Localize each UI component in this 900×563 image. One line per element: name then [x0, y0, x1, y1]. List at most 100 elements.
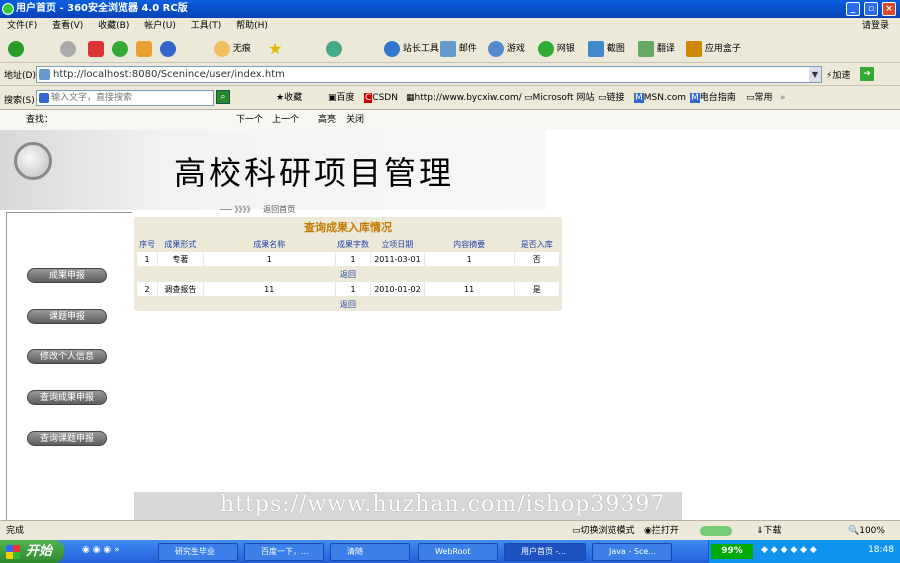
forward-button[interactable] [60, 40, 76, 58]
screenshot-button[interactable]: 截图 [588, 40, 625, 58]
back-button[interactable] [8, 40, 24, 58]
refresh-icon [112, 40, 128, 57]
fav-baidu[interactable]: ▣百度 [328, 92, 355, 104]
col-form: 成果形式 [164, 239, 197, 249]
fav-collect[interactable]: ★收藏 [276, 92, 302, 104]
page-title: 高校科研项目管理 [174, 154, 455, 192]
accelerate-label: 加速 [832, 71, 851, 81]
search-label: 搜索(S) [4, 96, 35, 106]
menu-view[interactable]: 查看(V) [52, 21, 83, 31]
quick-launch-icons[interactable]: ◉ ◉ ◉ » [82, 545, 120, 555]
task-user-home[interactable]: 用户首页 -... [504, 543, 586, 561]
find-prev-button[interactable]: 上一个 [272, 110, 299, 130]
back-home-link[interactable]: 返回首页 [263, 205, 295, 214]
watermark-text: https://www.huzhan.com/ishop39397 [220, 492, 666, 517]
reopen-button[interactable]: ◉拦打开 [644, 521, 679, 541]
find-highlight-button[interactable]: 高亮 [318, 110, 336, 130]
search-input[interactable]: 输入文字，直接搜索 [36, 90, 214, 106]
task-qingsui[interactable]: 清随 [330, 543, 410, 561]
fav-more-icon[interactable]: » [780, 92, 786, 104]
menu-tools[interactable]: 工具(T) [191, 21, 222, 31]
page-favicon-icon [39, 69, 50, 80]
col-summary: 内容摘要 [453, 239, 486, 249]
translate-icon [638, 40, 654, 57]
find-next-button[interactable]: 下一个 [236, 110, 263, 130]
task-thesis[interactable]: 研究生毕业 [158, 543, 238, 561]
incognito-button[interactable]: 无痕 [214, 40, 251, 58]
cell-date: 2011-03-01 [371, 252, 424, 266]
fav-links[interactable]: ▭链接 [598, 92, 625, 104]
cell-date: 2010-01-02 [371, 282, 424, 296]
find-close-button[interactable]: 关闭 [346, 110, 364, 130]
window-title: 用户首页 - 360安全浏览器 4.0 RC版 [16, 3, 188, 14]
station-tools-button[interactable]: 站长工具 [384, 40, 439, 58]
switch-mode-button[interactable]: ▭切换浏览模式 [572, 521, 635, 541]
mail-button[interactable]: 邮件 [440, 40, 477, 58]
col-index: 序号 [139, 239, 156, 249]
url-input[interactable]: http://localhost:8080/Scenince/user/inde… [36, 66, 822, 83]
sync-button[interactable] [326, 40, 342, 58]
sidebar-topic-apply[interactable]: 课题申报 [27, 309, 107, 324]
fav-csdn[interactable]: CCSDN [364, 92, 398, 104]
favorite-star-icon[interactable]: ★ [268, 40, 282, 58]
fav-bycxiw[interactable]: ▦http://www.bycxiw.com/ [406, 92, 522, 104]
close-button[interactable]: × [882, 2, 896, 16]
col-name: 成果名称 [253, 239, 286, 249]
table-row: 1 专著 1 1 2011-03-01 1 否 [137, 252, 559, 266]
menu-bar: 文件(F) 查看(V) 收藏(B) 帐户(U) 工具(T) 帮助(H) 请登录 [0, 18, 900, 35]
undo-close-button[interactable] [160, 40, 176, 58]
table-header-row: 序号 成果形式 成果名称 成果字数 立项日期 内容摘要 是否入库 [137, 237, 559, 251]
tray-icons[interactable]: ◆ ◆ ◆ ◆ ◆ ◆ [761, 545, 817, 555]
cell-index: 2 [137, 282, 158, 296]
return-link[interactable]: 返回 [137, 297, 559, 311]
sidebar-query-achievement[interactable]: 查询成果申报 [27, 390, 107, 405]
sidebar-edit-profile[interactable]: 修改个人信息 [27, 349, 107, 364]
download-button[interactable]: ⇓下载 [756, 521, 782, 541]
sidebar-query-topic[interactable]: 查询课题申报 [27, 431, 107, 446]
sidebar: 成果申报 课题申报 修改个人信息 查询成果申报 查询课题申报 [6, 212, 132, 520]
return-link[interactable]: 返回 [137, 267, 559, 281]
menu-favorites[interactable]: 收藏(B) [98, 21, 129, 31]
login-link[interactable]: 请登录 [862, 18, 889, 35]
url-dropdown-icon[interactable]: ▼ [809, 67, 821, 82]
fav-microsoft[interactable]: ▭Microsoft 网站 [524, 92, 594, 104]
mail-label: 邮件 [458, 44, 477, 54]
browser-toolbar: 无痕 ★ 站长工具 邮件 游戏 网银 截图 翻译 应用盒子 [0, 35, 900, 63]
incognito-icon [214, 40, 230, 57]
cpu-meter[interactable]: 99% [711, 544, 753, 559]
fav-radio[interactable]: M电台指南 [690, 92, 736, 104]
find-bar: 查找： 下一个 上一个 高亮 关闭 [0, 110, 900, 130]
menu-file[interactable]: 文件(F) [7, 21, 37, 31]
fav-common[interactable]: ▭常用 [746, 92, 773, 104]
netbank-button[interactable]: 网银 [538, 40, 575, 58]
breadcrumb-line [220, 209, 232, 210]
task-baidu[interactable]: 百度一下，... [244, 543, 324, 561]
maximize-button[interactable]: ▫ [864, 2, 878, 16]
find-label: 查找： [26, 115, 54, 125]
zoom-control[interactable]: 🔍100% [848, 521, 885, 541]
games-label: 游戏 [506, 44, 525, 54]
search-button[interactable]: ⌕ [216, 90, 230, 104]
task-java[interactable]: Java - Sce... [592, 543, 672, 561]
app-box-button[interactable]: 应用盒子 [686, 40, 741, 58]
games-button[interactable]: 游戏 [488, 40, 525, 58]
menu-account[interactable]: 帐户(U) [144, 21, 176, 31]
netbank-label: 网银 [556, 44, 575, 54]
go-arrow-icon[interactable]: ➜ [860, 67, 874, 81]
toggle-switch[interactable] [700, 526, 732, 536]
minimize-button[interactable]: _ [846, 2, 860, 16]
stop-button[interactable] [88, 40, 104, 58]
mail-icon [440, 40, 456, 57]
refresh-button[interactable] [112, 40, 128, 58]
search-engine-icon[interactable] [39, 93, 49, 103]
translate-button[interactable]: 翻译 [638, 40, 675, 58]
sidebar-achievement-apply[interactable]: 成果申报 [27, 268, 107, 283]
start-button[interactable]: 开始 [0, 540, 64, 563]
fav-msn[interactable]: MMSN.com [634, 92, 686, 104]
favorites-bar: 搜索(S) 输入文字，直接搜索 ⌕ ★收藏 ▣百度 CCSDN ▦http://… [0, 86, 900, 110]
accelerate-button[interactable]: ⚡加速 [826, 68, 850, 81]
menu-help[interactable]: 帮助(H) [236, 21, 268, 31]
task-webroot[interactable]: WebRoot [418, 543, 498, 561]
home-button[interactable] [136, 40, 152, 58]
table-row: 2 调查报告 11 1 2010-01-02 11 是 [137, 282, 559, 296]
